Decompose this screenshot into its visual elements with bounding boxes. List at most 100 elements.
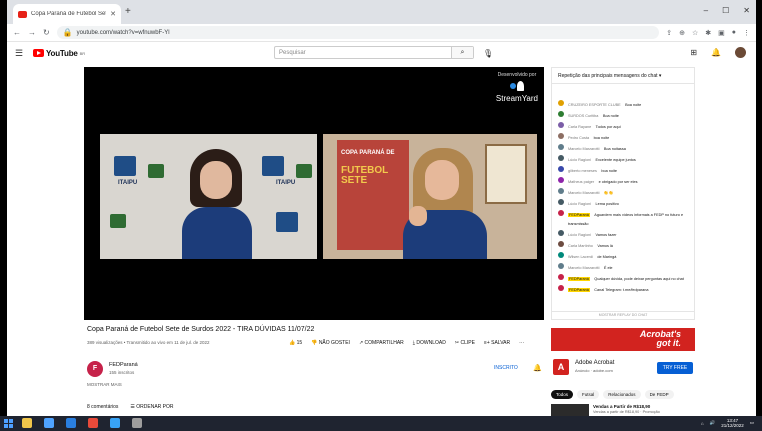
chip-from-channel[interactable]: De FEDP: [644, 390, 674, 399]
ad-cta-button[interactable]: TRY FREE: [657, 362, 693, 374]
chat-message-body: Wilsen Lacerdi de Maringá: [568, 251, 616, 260]
forward-icon[interactable]: →: [28, 28, 36, 37]
related-video-item[interactable]: Vendas a Partir de R$18,90 Vendas a part…: [551, 403, 695, 416]
chat-author-avatar[interactable]: [558, 199, 564, 205]
chat-author-name[interactable]: Wilsen Lacerdi: [568, 255, 593, 259]
clip-button[interactable]: ✂ CLIPE: [455, 340, 475, 346]
taskbar-app-icon[interactable]: [66, 418, 76, 428]
chat-author-avatar[interactable]: [558, 155, 564, 161]
share-button[interactable]: ↗ COMPARTILHAR: [359, 340, 404, 346]
network-icon[interactable]: ⌂: [701, 421, 704, 426]
chip-all[interactable]: Todos: [551, 390, 574, 399]
zoom-icon[interactable]: ⊕: [679, 29, 685, 37]
chat-author-name[interactable]: Lúcio Ragioni: [568, 158, 591, 162]
create-video-icon[interactable]: ⊞: [690, 48, 697, 57]
chat-author-name[interactable]: CRUZEIRO ESPORTE CLUBE: [568, 103, 621, 107]
new-tab-button[interactable]: +: [125, 6, 131, 17]
chat-author-name[interactable]: Lúcio Ragioni: [568, 233, 591, 237]
search-input[interactable]: Pesquisar: [275, 47, 451, 58]
backdrop-logo: [276, 212, 298, 232]
back-icon[interactable]: ←: [13, 28, 21, 37]
chat-author-avatar[interactable]: [558, 274, 564, 280]
video-player[interactable]: Desenvolvido por StreamYard ITAIPU ITAIP…: [84, 67, 544, 320]
related-thumbnail[interactable]: [551, 404, 589, 416]
channel-avatar[interactable]: F: [87, 361, 103, 377]
more-actions-button[interactable]: ···: [519, 340, 524, 346]
chat-author-name[interactable]: Lúcio Ragioni: [568, 202, 591, 206]
chat-author-avatar[interactable]: [558, 285, 564, 291]
minimize-button[interactable]: –: [704, 6, 708, 15]
taskbar-app-icon[interactable]: [22, 418, 32, 428]
notification-bell-icon[interactable]: 🔔: [533, 364, 542, 372]
account-avatar[interactable]: [735, 47, 746, 58]
reload-icon[interactable]: ↻: [43, 28, 50, 37]
volume-icon[interactable]: 🔊: [710, 420, 716, 426]
chat-author-name[interactable]: FEDParaná: [568, 277, 590, 281]
ad-title[interactable]: Adobe Acrobat: [575, 360, 614, 366]
download-button[interactable]: ⤓ DOWNLOAD: [413, 340, 446, 346]
channel-name[interactable]: FEDParaná: [109, 362, 138, 368]
youtube-logo[interactable]: YouTube BR: [33, 49, 85, 58]
chat-message-body: CRUZEIRO ESPORTE CLUBE Boa noite: [568, 99, 641, 108]
chat-author-avatar[interactable]: [558, 230, 564, 236]
share-icon[interactable]: ⇪: [666, 29, 672, 37]
chat-author-avatar[interactable]: [558, 133, 564, 139]
maximize-button[interactable]: ☐: [722, 6, 729, 15]
backdrop-text: ITAIPU: [276, 180, 296, 186]
chat-author-avatar[interactable]: [558, 144, 564, 150]
chat-author-name[interactable]: Carla Martinho: [568, 244, 593, 248]
close-window-button[interactable]: ✕: [743, 6, 750, 15]
browser-tab[interactable]: Copa Paraná de Futebol Sete · ✕: [13, 4, 121, 24]
chat-author-avatar[interactable]: [558, 177, 564, 183]
chat-replay-toggle[interactable]: MOSTRAR REPLAY DO CHAT: [552, 311, 694, 319]
chat-author-name[interactable]: gilberto meneses: [568, 169, 597, 173]
like-button[interactable]: 👍 15: [289, 340, 302, 346]
profile-icon[interactable]: ●: [732, 29, 736, 37]
chat-author-avatar[interactable]: [558, 122, 564, 128]
comment-count: 8 comentários: [87, 404, 119, 410]
chat-author-avatar[interactable]: [558, 100, 564, 106]
streamyard-branding: Desenvolvido por StreamYard: [496, 72, 538, 103]
bookmark-star-icon[interactable]: ☆: [692, 29, 698, 37]
more-vert-icon[interactable]: ⋮: [743, 29, 750, 37]
chat-author-name[interactable]: Carla Rayane: [568, 125, 591, 129]
subscribed-button[interactable]: INSCRITO: [494, 365, 518, 371]
notifications-bell-icon[interactable]: 🔔: [711, 48, 721, 57]
extensions-icon[interactable]: ✱: [705, 29, 711, 37]
taskbar-app-icon[interactable]: [110, 418, 120, 428]
chip-related[interactable]: Relacionados: [603, 390, 641, 399]
close-tab-icon[interactable]: ✕: [110, 10, 116, 18]
show-more-link[interactable]: MOSTRAR MAIS: [87, 382, 122, 387]
windows-start-icon[interactable]: [4, 419, 13, 428]
taskbar-app-icon[interactable]: [88, 418, 98, 428]
chat-author-name[interactable]: FEDParaná: [568, 213, 590, 217]
chat-author-avatar[interactable]: [558, 188, 564, 194]
sort-comments-button[interactable]: ☰ ORDENAR POR: [130, 404, 173, 410]
taskbar-app-icon[interactable]: [132, 418, 142, 428]
chat-author-name[interactable]: FEDParaná: [568, 288, 590, 292]
chat-author-name[interactable]: Matheus paiger: [568, 180, 594, 184]
taskbar-app-icon[interactable]: [44, 418, 54, 428]
related-title[interactable]: Vendas a Partir de R$18,90: [593, 404, 650, 409]
chat-author-avatar[interactable]: [558, 241, 564, 247]
chat-author-name[interactable]: Pedro Costa: [568, 136, 589, 140]
chat-author-avatar[interactable]: [558, 210, 564, 216]
chat-author-name[interactable]: Marcelo Marzarotti: [568, 266, 599, 270]
chat-author-avatar[interactable]: [558, 252, 564, 258]
hamburger-menu-icon[interactable]: ☰: [15, 48, 33, 59]
ad-banner[interactable]: Acrobat's got it.: [551, 328, 695, 351]
sidebar-icon[interactable]: ▣: [718, 29, 725, 37]
chat-author-avatar[interactable]: [558, 111, 564, 117]
save-button[interactable]: ≡+ SALVAR: [484, 340, 510, 346]
windows-taskbar: ⌂ 🔊 13:47 21/12/2022 ▭: [0, 416, 762, 431]
chat-author-avatar[interactable]: [558, 263, 564, 269]
notifications-icon[interactable]: ▭: [750, 420, 754, 426]
chip-futsal[interactable]: Futsal: [577, 390, 600, 399]
chat-mode-dropdown[interactable]: Repetição das principais mensagens do ch…: [552, 68, 694, 84]
chat-author-avatar[interactable]: [558, 166, 564, 172]
microphone-icon[interactable]: 🎙: [483, 49, 493, 58]
search-icon[interactable]: ⌕: [451, 47, 473, 58]
taskbar-clock[interactable]: 13:47 21/12/2022: [721, 418, 744, 428]
dislike-button[interactable]: 👎 NÃO GOSTEI: [311, 340, 350, 346]
url-field[interactable]: 🔒 youtube.com/watch?v=wfnuwbF-Yl: [56, 26, 660, 39]
